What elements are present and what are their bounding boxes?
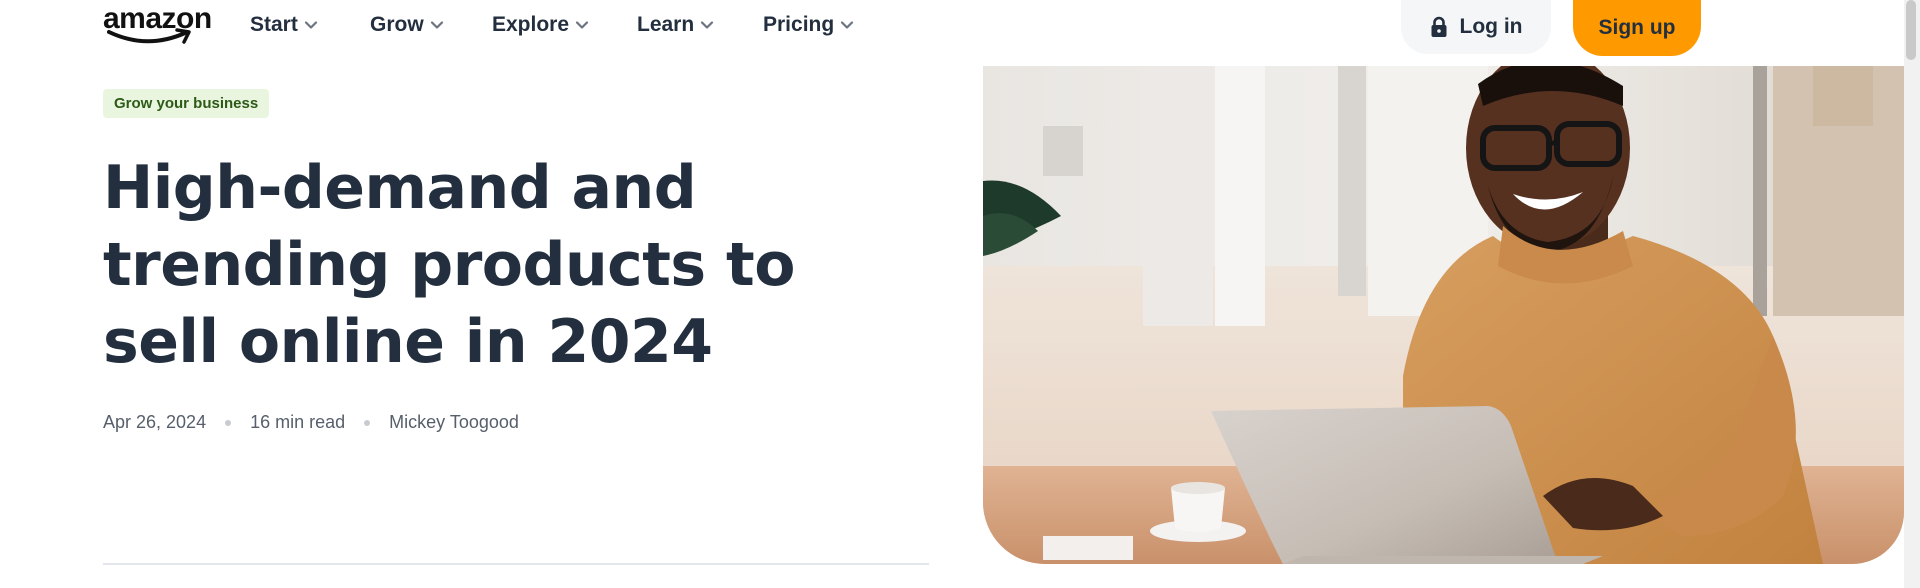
login-label: Log in	[1459, 15, 1523, 38]
scrollbar-thumb[interactable]	[1906, 0, 1916, 60]
chevron-down-icon	[701, 21, 714, 29]
nav-item-pricing[interactable]: Pricing	[763, 8, 854, 42]
chevron-down-icon	[430, 21, 443, 29]
lock-icon	[1431, 16, 1446, 37]
hero-photo-illustration	[983, 66, 1904, 564]
nav-item-label: Learn	[637, 13, 695, 36]
chevron-down-icon	[575, 21, 589, 29]
nav-item-label: Pricing	[763, 13, 835, 36]
article-title: High-demand and trending products to sel…	[103, 153, 795, 377]
nav-item-learn[interactable]: Learn	[637, 8, 714, 42]
meta-separator	[225, 419, 232, 426]
hero-photo-man-with-laptop	[983, 66, 1904, 564]
section-divider	[103, 563, 929, 565]
nav-item-label: Start	[250, 13, 298, 36]
meta-separator	[364, 419, 371, 426]
amazon-logo[interactable]: amazon	[103, 2, 212, 46]
nav-item-grow[interactable]: Grow	[370, 8, 444, 42]
signup-label: Sign up	[1598, 16, 1676, 39]
author-name[interactable]: Mickey Toogood	[389, 412, 519, 433]
page: amazon Start Grow Explore Learn Pricing	[0, 0, 1920, 588]
chevron-down-icon	[304, 21, 317, 29]
signup-button[interactable]: Sign up	[1573, 0, 1701, 56]
publish-date: Apr 26, 2024	[103, 412, 207, 432]
nav-item-explore[interactable]: Explore	[492, 8, 589, 42]
chevron-down-icon	[841, 21, 854, 29]
amazon-smile-icon	[107, 28, 191, 44]
login-button[interactable]: Log in	[1401, 0, 1551, 54]
article-meta: Apr 26, 2024 16 min read Mickey Toogood	[103, 412, 519, 433]
top-navigation: amazon Start Grow Explore Learn Pricing	[0, 0, 1904, 66]
nav-item-start[interactable]: Start	[250, 8, 318, 42]
scrollbar-track[interactable]	[1904, 0, 1920, 588]
category-badge[interactable]: Grow your business	[103, 89, 270, 118]
nav-item-label: Grow	[370, 13, 424, 36]
nav-item-label: Explore	[492, 13, 570, 36]
read-time: 16 min read	[250, 412, 346, 432]
